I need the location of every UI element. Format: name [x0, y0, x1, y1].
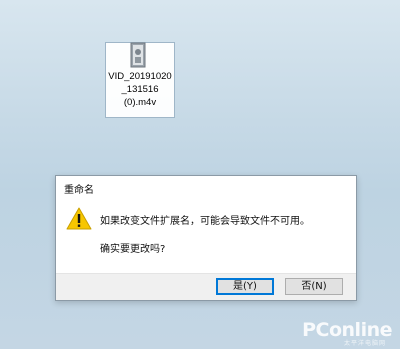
dialog-title: 重命名 — [64, 185, 94, 196]
warning-icon — [66, 207, 92, 230]
video-file-icon — [130, 42, 146, 68]
watermark-tagline: 太平洋电脑网 — [343, 340, 386, 347]
dialog-question: 确实要更改吗? — [100, 244, 166, 255]
dialog-button-bar: 是(Y) 否(N) — [56, 273, 356, 300]
rename-dialog: 重命名 如果改变文件扩展名，可能会导致文件不可用。 确实要更改吗? 是(Y) 否… — [55, 175, 357, 301]
dialog-message: 如果改变文件扩展名，可能会导致文件不可用。 — [100, 216, 310, 227]
file-name-label[interactable]: VID_20191020 _131516 (0).m4v — [105, 70, 175, 109]
no-button[interactable]: 否(N) — [285, 278, 343, 295]
yes-button[interactable]: 是(Y) — [216, 278, 274, 295]
